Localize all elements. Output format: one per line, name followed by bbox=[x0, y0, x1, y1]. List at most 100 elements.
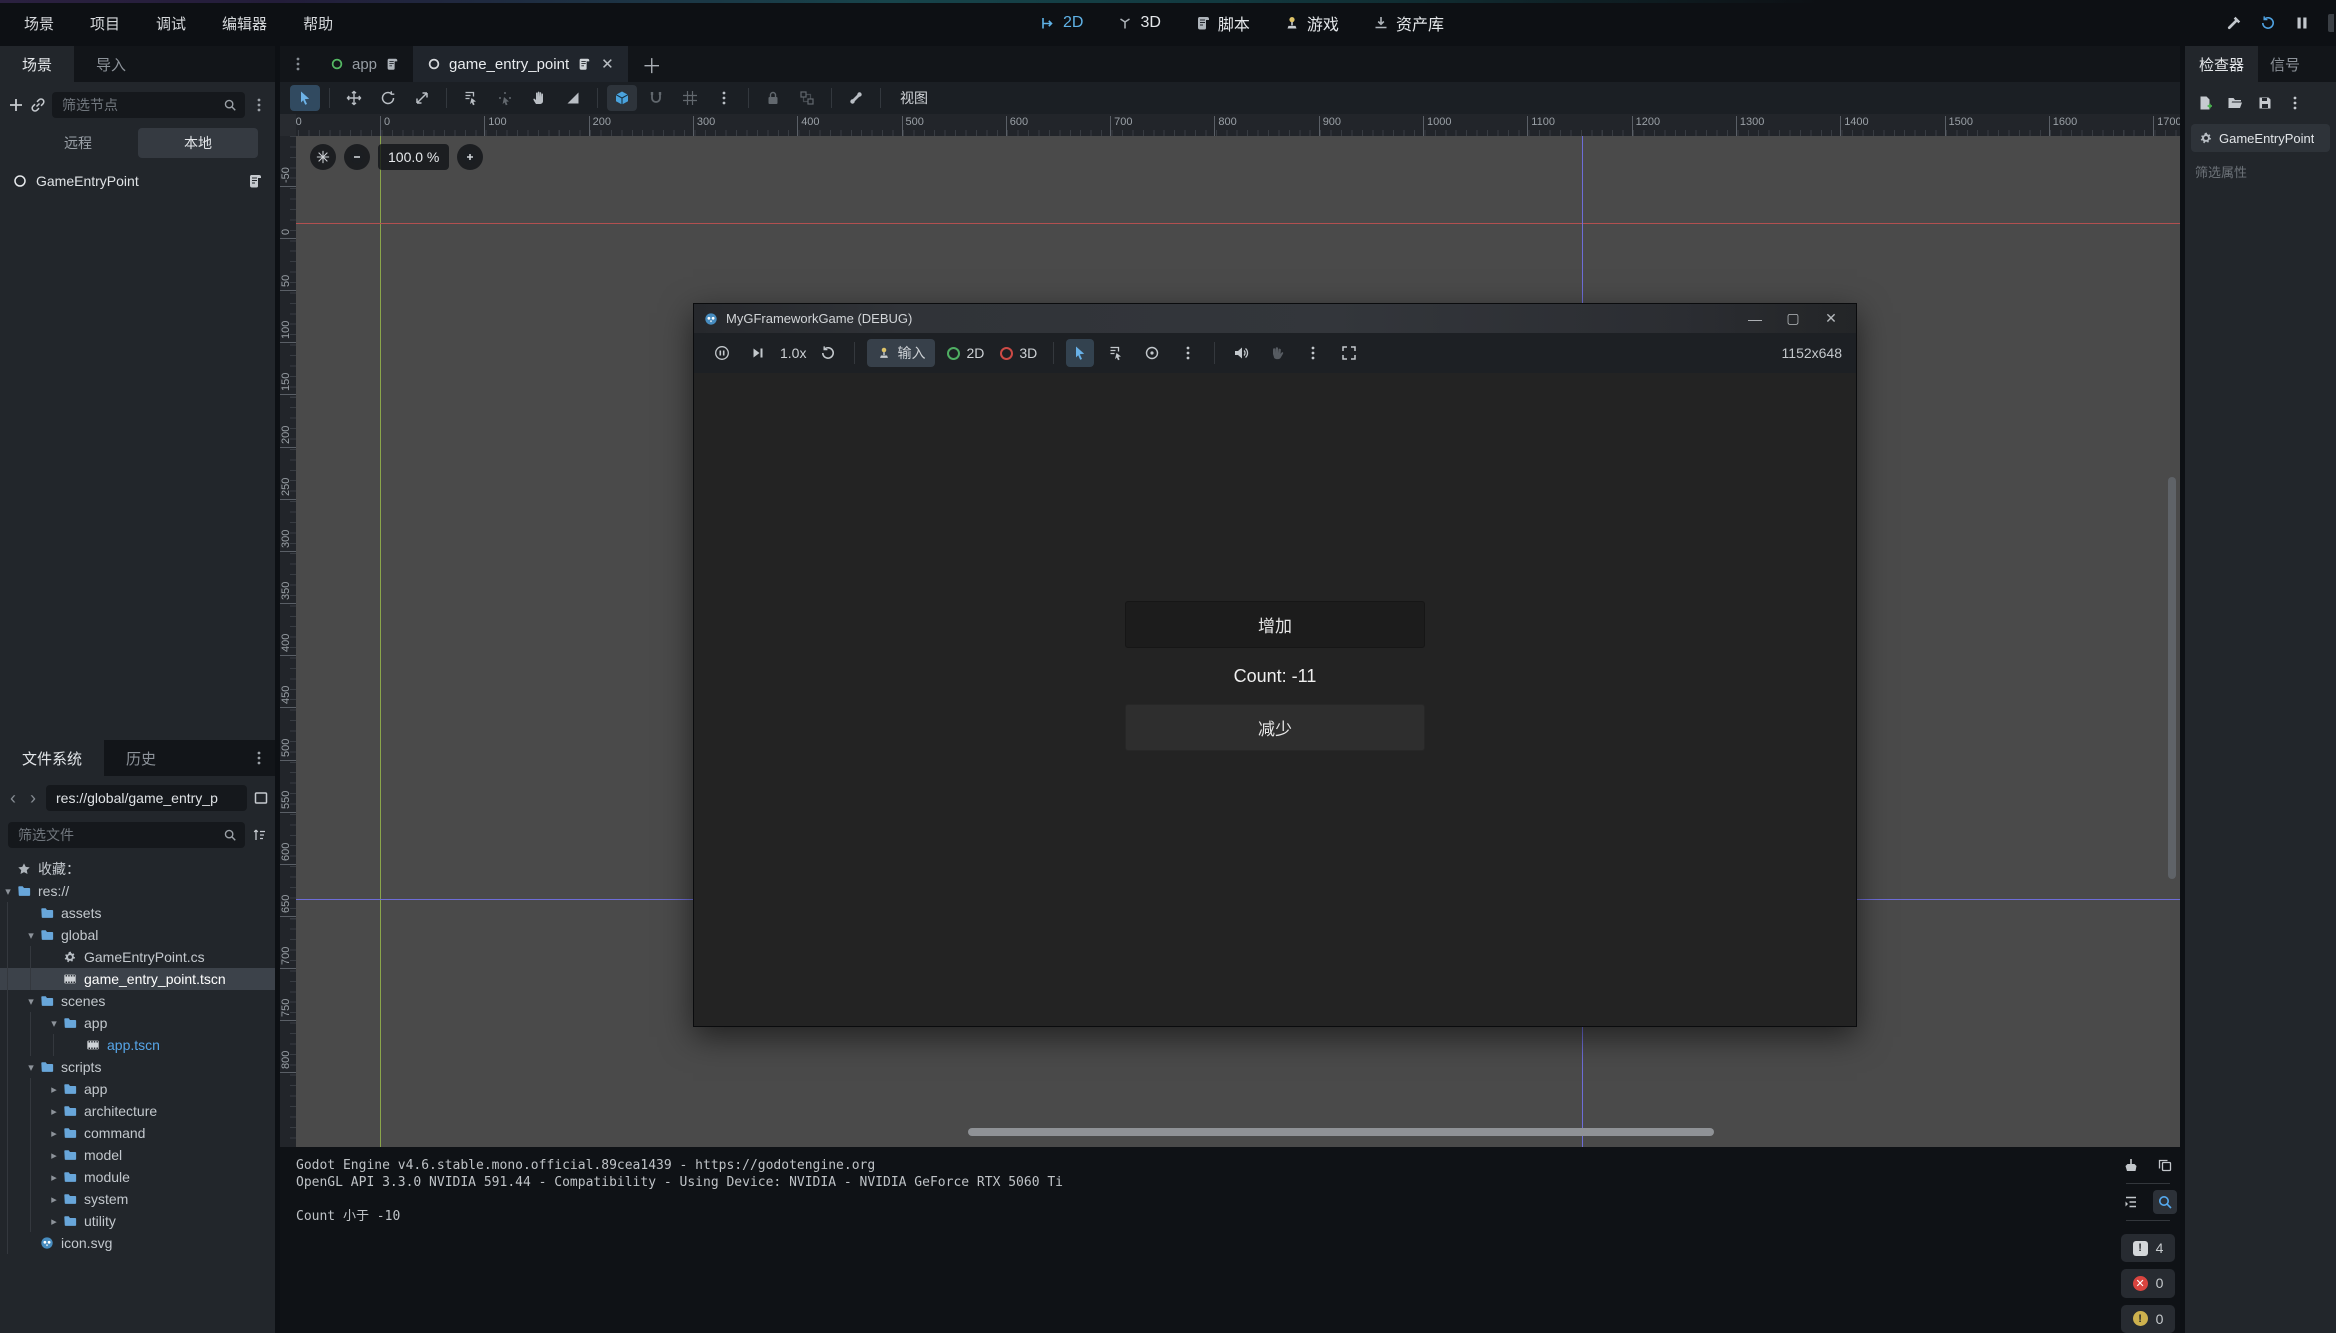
pause-icon[interactable] bbox=[2294, 15, 2310, 31]
ruler-tool-button[interactable] bbox=[558, 85, 588, 111]
chevron-right-icon[interactable]: ▸ bbox=[46, 1127, 62, 1140]
tab-import[interactable]: 导入 bbox=[74, 46, 148, 82]
zoom-in-button[interactable] bbox=[457, 144, 483, 170]
mode-game-button[interactable]: 游戏 bbox=[1284, 11, 1339, 35]
decrease-button[interactable]: 减少 bbox=[1125, 704, 1425, 751]
embed-options-icon[interactable] bbox=[1299, 339, 1327, 367]
sort-files-icon[interactable] bbox=[251, 827, 267, 843]
pick-select-button[interactable] bbox=[1066, 339, 1094, 367]
fs-tree-item[interactable]: ▸utility bbox=[0, 1210, 275, 1232]
vertical-scrollbar[interactable] bbox=[2168, 477, 2176, 879]
chevron-right-icon[interactable]: ▸ bbox=[46, 1215, 62, 1228]
fullscreen-button[interactable] bbox=[1335, 339, 1363, 367]
warning-count-badge[interactable]: ! 0 bbox=[2121, 1305, 2175, 1333]
chevron-down-icon[interactable]: ▾ bbox=[23, 1061, 39, 1074]
close-tab-icon[interactable]: ✕ bbox=[601, 55, 614, 73]
filter-nodes-input[interactable]: 筛选节点 bbox=[52, 92, 245, 118]
fs-tree-item[interactable]: ▸architecture bbox=[0, 1100, 275, 1122]
chevron-right-icon[interactable]: ▸ bbox=[46, 1105, 62, 1118]
chevron-right-icon[interactable]: ▸ bbox=[46, 1149, 62, 1162]
filter-files-input[interactable]: 筛选文件 bbox=[8, 822, 245, 848]
horizontal-scrollbar[interactable] bbox=[968, 1128, 1714, 1136]
copy-output-icon[interactable] bbox=[2153, 1153, 2177, 1177]
scale-tool-button[interactable] bbox=[407, 85, 437, 111]
output-log[interactable]: Godot Engine v4.6.stable.mono.official.8… bbox=[296, 1157, 2110, 1225]
local-button[interactable]: 本地 bbox=[138, 128, 258, 158]
filesystem-menu-icon[interactable] bbox=[251, 740, 275, 776]
restart-button[interactable] bbox=[814, 339, 842, 367]
search-output-icon[interactable] bbox=[2153, 1190, 2177, 1214]
smart-snap-cube-button[interactable] bbox=[607, 85, 637, 111]
menu-project[interactable]: 项目 bbox=[76, 7, 134, 40]
resource-options-icon[interactable] bbox=[2287, 95, 2303, 111]
instance-scene-link-icon[interactable] bbox=[30, 97, 46, 113]
menu-editor[interactable]: 编辑器 bbox=[208, 7, 281, 40]
chevron-down-icon[interactable]: ▾ bbox=[23, 995, 39, 1008]
fs-tree-item[interactable]: game_entry_point.tscn bbox=[0, 968, 275, 990]
scene-tree-root-node[interactable]: GameEntryPoint bbox=[0, 168, 275, 194]
fs-tree-item[interactable]: 收藏： bbox=[0, 858, 275, 880]
collapse-output-icon[interactable] bbox=[2119, 1190, 2143, 1214]
camera-override-button[interactable] bbox=[1138, 339, 1166, 367]
remote-button[interactable]: 远程 bbox=[18, 128, 138, 158]
fs-tree-item[interactable]: ▾app bbox=[0, 1012, 275, 1034]
clipped-stop-icon[interactable] bbox=[2328, 14, 2334, 32]
pan-tool-button[interactable] bbox=[524, 85, 554, 111]
tab-scene[interactable]: 场景 bbox=[0, 46, 74, 82]
fs-tree-item[interactable]: assets bbox=[0, 902, 275, 924]
chevron-down-icon[interactable]: ▾ bbox=[0, 885, 16, 898]
fs-tree-item[interactable]: ▸model bbox=[0, 1144, 275, 1166]
fs-tree-item[interactable]: ▸command bbox=[0, 1122, 275, 1144]
scene-dock-menu-icon[interactable] bbox=[251, 97, 267, 113]
error-count-badge[interactable]: ✕ 0 bbox=[2121, 1269, 2175, 1297]
game-window-titlebar[interactable]: MyGFrameworkGame (DEBUG) — ▢ ✕ bbox=[694, 304, 1856, 333]
magnet-snap-button[interactable] bbox=[641, 85, 671, 111]
debug-3d-toggle[interactable]: 3D bbox=[996, 339, 1041, 367]
minimize-icon[interactable]: — bbox=[1740, 308, 1770, 330]
fs-tree-item[interactable]: ▸app bbox=[0, 1078, 275, 1100]
chevron-down-icon[interactable]: ▾ bbox=[46, 1017, 62, 1030]
next-frame-button[interactable] bbox=[744, 339, 772, 367]
zoom-reset-button[interactable]: 100.0 % bbox=[378, 144, 449, 170]
lock-button[interactable] bbox=[758, 85, 788, 111]
fs-tree-item[interactable]: ▾scripts bbox=[0, 1056, 275, 1078]
audio-mute-button[interactable] bbox=[1227, 339, 1255, 367]
fs-tree-item[interactable]: ▾res:// bbox=[0, 880, 275, 902]
asset-library-button[interactable]: 资产库 bbox=[1373, 11, 1444, 35]
speed-label[interactable]: 1.0x bbox=[780, 345, 806, 361]
path-field[interactable]: res://global/game_entry_p bbox=[46, 785, 247, 811]
list-select-button[interactable] bbox=[456, 85, 486, 111]
suspend-button[interactable] bbox=[708, 339, 736, 367]
load-resource-folder-icon[interactable] bbox=[2227, 95, 2243, 111]
grid-snap-button[interactable] bbox=[675, 85, 705, 111]
select-options-icon[interactable] bbox=[1174, 339, 1202, 367]
tabstrip-menu-icon[interactable] bbox=[280, 46, 316, 82]
split-view-icon[interactable] bbox=[253, 790, 269, 806]
add-node-button[interactable] bbox=[8, 97, 24, 113]
chevron-right-icon[interactable]: ▸ bbox=[46, 1171, 62, 1184]
debug-2d-toggle[interactable]: 2D bbox=[943, 339, 988, 367]
game-viewport[interactable]: 增加 Count: -11 减少 bbox=[694, 373, 1856, 1026]
maximize-icon[interactable]: ▢ bbox=[1778, 308, 1808, 330]
reload-icon[interactable] bbox=[2260, 15, 2276, 31]
filter-properties-input[interactable]: 筛选属性 bbox=[2191, 160, 2330, 182]
zoom-out-button[interactable] bbox=[344, 144, 370, 170]
snap-options-icon[interactable] bbox=[709, 85, 739, 111]
fs-tree-item[interactable]: GameEntryPoint.cs bbox=[0, 946, 275, 968]
nav-forward-icon[interactable]: › bbox=[26, 788, 40, 809]
mode-script-button[interactable]: 脚本 bbox=[1195, 11, 1250, 35]
fs-tree-item[interactable]: ▸module bbox=[0, 1166, 275, 1188]
menu-scene[interactable]: 场景 bbox=[10, 7, 68, 40]
input-mode-toggle[interactable]: 输入 bbox=[867, 339, 935, 367]
chevron-right-icon[interactable]: ▸ bbox=[46, 1193, 62, 1206]
close-icon[interactable]: ✕ bbox=[1816, 308, 1846, 330]
increase-button[interactable]: 增加 bbox=[1125, 601, 1425, 648]
view-menu-button[interactable]: 视图 bbox=[890, 88, 938, 108]
fs-tree-item[interactable]: ▾scenes bbox=[0, 990, 275, 1012]
script-icon[interactable] bbox=[385, 57, 399, 71]
rotate-tool-button[interactable] bbox=[373, 85, 403, 111]
tab-inspector[interactable]: 检查器 bbox=[2185, 46, 2258, 82]
build-hammer-icon[interactable] bbox=[2226, 15, 2242, 31]
group-button[interactable] bbox=[792, 85, 822, 111]
center-view-icon[interactable] bbox=[310, 144, 336, 170]
